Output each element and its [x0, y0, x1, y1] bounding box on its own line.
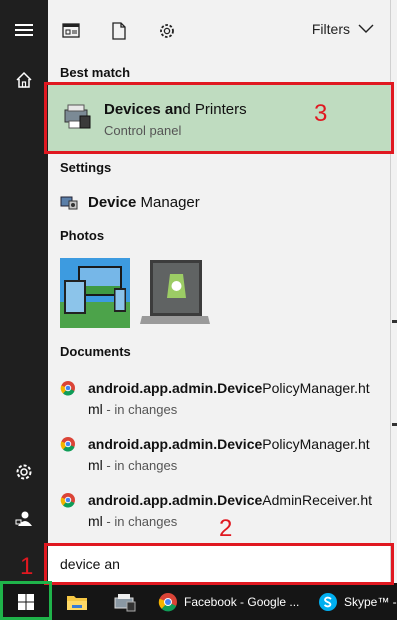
document-name: android.app.admin.DevicePolicyManager.ht… — [88, 436, 370, 473]
gear-icon — [160, 24, 174, 38]
start-left-rail — [0, 0, 48, 583]
skype-window-title: Skype™ - — [344, 594, 397, 609]
apps-filter-button[interactable] — [60, 20, 82, 42]
file-explorer-taskbar-button[interactable] — [62, 583, 92, 620]
document-result-2[interactable]: android.app.admin.DevicePolicyManager.ht… — [48, 428, 390, 484]
devices-taskbar-button[interactable] — [110, 583, 140, 620]
device-manager-icon — [60, 196, 78, 210]
feedback-button[interactable] — [0, 497, 48, 541]
annotation-box-best-match — [44, 82, 394, 154]
skype-taskbar-button[interactable]: Skype™ - — [318, 583, 397, 620]
document-name: android.app.admin.DeviceAdminReceiver.ht… — [88, 492, 372, 529]
settings-heading: Settings — [60, 160, 112, 175]
photo-devices-image — [60, 258, 130, 328]
best-match-heading: Best match — [60, 65, 131, 80]
photos-heading: Photos — [60, 228, 105, 243]
document-result-1[interactable]: android.app.admin.DevicePolicyManager.ht… — [48, 372, 390, 428]
gear-icon — [16, 464, 32, 480]
annotation-number-2: 2 — [219, 515, 233, 542]
search-toolbar: Filters — [48, 0, 390, 58]
device-manager-label: Device Manager — [88, 193, 200, 211]
filters-label: Filters — [311, 21, 350, 37]
document-name: android.app.admin.DevicePolicyManager.ht… — [88, 380, 370, 417]
chrome-icon — [158, 592, 177, 611]
documents-filter-button[interactable] — [108, 20, 130, 42]
home-icon — [16, 71, 32, 88]
folder-icon — [67, 595, 87, 610]
device-manager-result[interactable]: Device Manager — [48, 188, 390, 216]
chrome-icon — [60, 437, 75, 452]
chrome-icon — [60, 381, 75, 396]
devices-printers-icon — [114, 593, 136, 611]
photo-thumbnail-2[interactable] — [140, 258, 210, 328]
home-button[interactable] — [0, 58, 48, 102]
documents-heading: Documents — [60, 344, 131, 359]
annotation-box-search — [44, 543, 394, 585]
photo-laptop-android-image — [140, 258, 210, 328]
document-location: in changes — [114, 514, 178, 529]
document-icon — [112, 22, 126, 40]
filters-dropdown[interactable]: Filters — [312, 21, 374, 37]
annotation-number-3: 3 — [314, 100, 328, 127]
document-location: in changes — [114, 458, 178, 473]
window-app-icon — [62, 23, 80, 38]
annotation-number-1: 1 — [20, 553, 34, 580]
photo-thumbnail-1[interactable] — [60, 258, 130, 328]
taskbar: Facebook - Google ... Skype™ - — [0, 583, 397, 620]
settings-filter-button[interactable] — [156, 20, 178, 42]
settings-rail-button[interactable] — [0, 450, 48, 494]
skype-icon — [319, 592, 337, 611]
feedback-person-icon — [15, 511, 32, 526]
chrome-window-title: Facebook - Google ... — [184, 594, 300, 609]
hamburger-menu-button[interactable] — [0, 8, 48, 52]
hamburger-icon — [15, 24, 33, 36]
annotation-box-start — [0, 581, 52, 620]
document-location: in changes — [114, 402, 178, 417]
chevron-down-icon — [358, 24, 374, 33]
chrome-taskbar-button[interactable]: Facebook - Google ... — [158, 583, 306, 620]
chrome-icon — [60, 493, 75, 508]
